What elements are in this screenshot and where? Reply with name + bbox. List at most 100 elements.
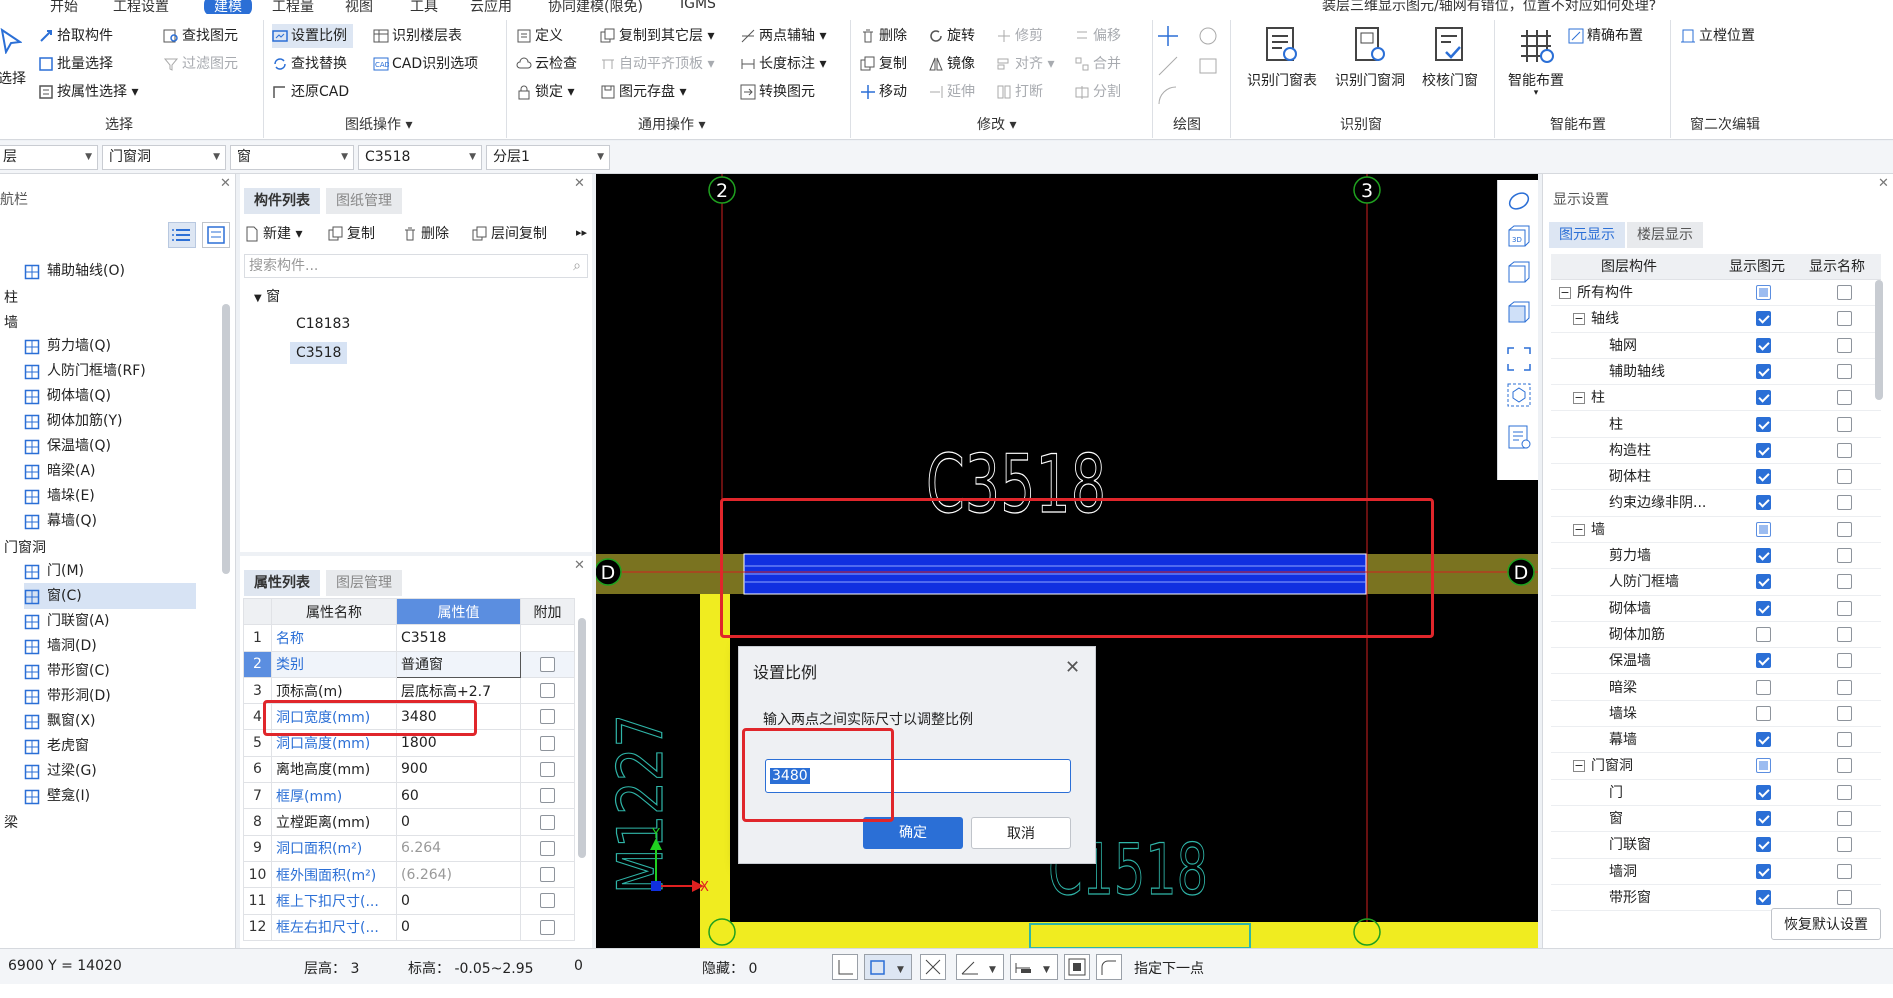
nav-item[interactable]: 带形窗(C): [24, 658, 110, 684]
3d-view-icon[interactable]: 3D: [1506, 224, 1532, 250]
show-element-checkbox[interactable]: [1756, 495, 1771, 511]
find-replace-button[interactable]: 查找替换: [272, 52, 347, 76]
display-row[interactable]: 辅助轴线: [1551, 359, 1881, 386]
more-icon[interactable]: ▸▸: [576, 226, 587, 239]
property-row[interactable]: 1 名称 C3518: [243, 624, 575, 652]
nav-category[interactable]: 墙: [4, 312, 18, 332]
display-row[interactable]: 砌体加筋: [1551, 622, 1881, 649]
display-row[interactable]: 约束边缘非阴...: [1551, 490, 1881, 517]
component-item-selected[interactable]: C3518: [290, 342, 348, 364]
nav-category[interactable]: 梁: [4, 812, 18, 832]
tab-layer-management[interactable]: 图层管理: [326, 570, 402, 596]
extra-checkbox[interactable]: [540, 867, 555, 883]
collapse-toggle-icon[interactable]: −: [1573, 392, 1585, 405]
show-element-checkbox[interactable]: [1756, 889, 1771, 905]
scrollbar[interactable]: [1875, 280, 1883, 400]
nav-item[interactable]: 辅助轴线(O): [24, 258, 125, 284]
frame-position-button[interactable]: 立樘位置: [1680, 24, 1755, 48]
nav-item[interactable]: 暗梁(A): [24, 458, 96, 484]
nav-item[interactable]: 壁龛(I): [24, 783, 90, 809]
show-element-checkbox[interactable]: [1756, 574, 1771, 590]
show-name-checkbox[interactable]: [1837, 600, 1852, 616]
property-row[interactable]: 2 类别 普通窗: [243, 650, 575, 678]
extra-checkbox[interactable]: [540, 735, 555, 751]
extra-checkbox[interactable]: [540, 761, 555, 777]
nav-item[interactable]: 人防门框墙(RF): [24, 358, 146, 384]
show-element-checkbox[interactable]: [1756, 863, 1771, 879]
split-button[interactable]: 分割: [1074, 80, 1121, 104]
display-row[interactable]: − 门窗洞: [1551, 753, 1881, 780]
detail-view-toggle[interactable]: [202, 222, 230, 248]
close-icon[interactable]: ✕: [220, 176, 231, 191]
show-name-checkbox[interactable]: [1837, 363, 1852, 379]
pick-component-button[interactable]: 拾取构件: [38, 24, 113, 48]
show-element-checkbox[interactable]: [1756, 758, 1771, 774]
component-select[interactable]: C3518 ▼: [358, 145, 482, 170]
recognize-floor-table-button[interactable]: 识别楼层表: [373, 24, 462, 48]
copy-to-floor-button[interactable]: 复制到其它层 ▾: [600, 24, 714, 48]
nav-category[interactable]: 柱: [4, 287, 18, 307]
display-row[interactable]: 门: [1551, 780, 1881, 806]
extra-checkbox[interactable]: [540, 656, 555, 672]
recognize-door-window-table-button[interactable]: 识别门窗表: [1240, 26, 1324, 90]
type-select[interactable]: 窗 ▼: [230, 145, 354, 170]
collapse-toggle-icon[interactable]: −: [1559, 287, 1571, 299]
menu-start[interactable]: 开始: [50, 0, 78, 14]
rect-draw-button[interactable]: [1196, 54, 1220, 82]
property-row[interactable]: 12 框左右扣尺寸(... 0: [243, 913, 575, 941]
display-row[interactable]: 幕墙: [1551, 727, 1881, 754]
show-element-checkbox[interactable]: [1756, 363, 1771, 379]
show-element-checkbox[interactable]: [1756, 548, 1771, 563]
move-button[interactable]: 移动: [860, 80, 907, 104]
nav-item[interactable]: 门联窗(A): [24, 608, 110, 634]
show-element-checkbox[interactable]: [1756, 390, 1771, 406]
show-name-checkbox[interactable]: [1837, 784, 1852, 800]
nav-item[interactable]: 窗(C): [24, 583, 196, 609]
line-draw-button[interactable]: [1156, 54, 1180, 82]
show-name-checkbox[interactable]: [1837, 469, 1852, 485]
trim-button[interactable]: 修剪: [996, 24, 1043, 48]
property-row[interactable]: 6 离地高度(mm) 900: [243, 755, 575, 784]
display-row[interactable]: − 墙: [1551, 517, 1881, 543]
extra-checkbox[interactable]: [540, 814, 555, 830]
offset-button[interactable]: 偏移: [1074, 24, 1121, 48]
display-row[interactable]: − 柱: [1551, 385, 1881, 412]
show-name-checkbox[interactable]: [1837, 495, 1852, 511]
display-row[interactable]: 保温墙: [1551, 648, 1881, 675]
cloud-check-button[interactable]: 云检查: [516, 52, 577, 76]
restore-default-button[interactable]: 恢复默认设置: [1771, 908, 1881, 940]
define-button[interactable]: 定义: [516, 24, 563, 48]
show-element-checkbox[interactable]: [1756, 285, 1771, 300]
nav-item[interactable]: 老虎窗: [24, 733, 89, 759]
rotate-button[interactable]: 旋转: [928, 24, 975, 48]
show-element-checkbox[interactable]: [1756, 732, 1771, 748]
print-toggle[interactable]: [1064, 954, 1090, 980]
collapse-toggle-icon[interactable]: −: [1573, 760, 1585, 773]
select-big-button[interactable]: 选择: [0, 27, 26, 88]
floor-select[interactable]: 层 ▼: [0, 145, 98, 170]
nav-item[interactable]: 墙垛(E): [24, 483, 95, 509]
auto-align-slab-button[interactable]: 自动平齐顶板 ▾: [600, 52, 714, 76]
display-row[interactable]: − 轴线: [1551, 306, 1881, 333]
delete-button[interactable]: 删除: [860, 24, 907, 48]
restore-cad-button[interactable]: 还原CAD: [272, 80, 349, 104]
display-row[interactable]: 墙垛: [1551, 701, 1881, 728]
show-element-checkbox[interactable]: [1756, 679, 1771, 695]
display-row[interactable]: 砌体柱: [1551, 464, 1881, 491]
batch-select-button[interactable]: 批量选择: [38, 52, 113, 76]
tab-drawing-management[interactable]: 图纸管理: [326, 188, 402, 214]
property-value[interactable]: 0: [396, 887, 521, 915]
extra-checkbox[interactable]: [540, 709, 555, 725]
property-value[interactable]: 60: [396, 782, 521, 810]
display-row[interactable]: 构造柱: [1551, 438, 1881, 465]
merge-button[interactable]: 合并: [1074, 52, 1121, 76]
nav-item[interactable]: 飘窗(X): [24, 708, 96, 734]
dimension-toggle[interactable]: ▼: [1010, 954, 1058, 980]
collapse-toggle-icon[interactable]: −: [1573, 313, 1585, 326]
show-element-checkbox[interactable]: [1756, 416, 1771, 432]
cross-toggle[interactable]: [920, 954, 946, 980]
show-name-checkbox[interactable]: [1837, 574, 1852, 590]
close-icon[interactable]: ✕: [574, 558, 585, 573]
find-element-button[interactable]: 查找图元: [163, 24, 238, 48]
top-view-icon[interactable]: [1506, 260, 1532, 286]
